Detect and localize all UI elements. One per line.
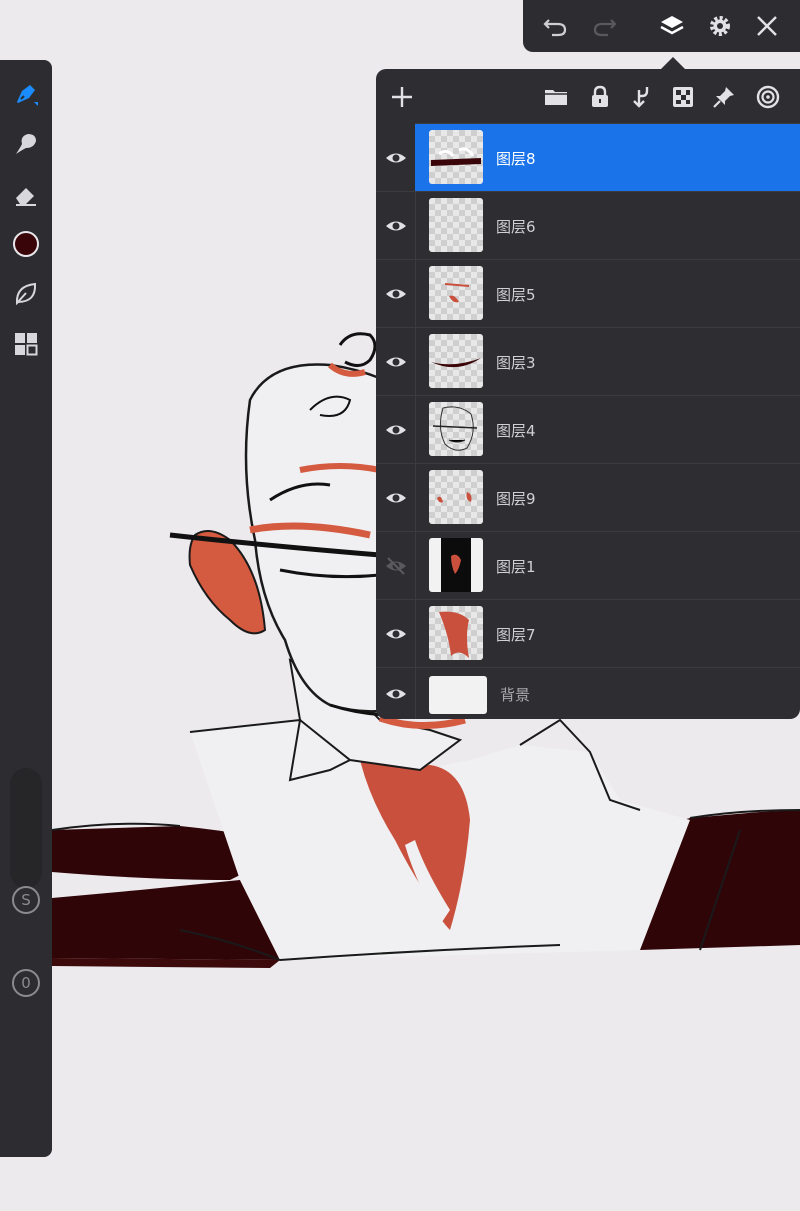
visibility-eye-icon[interactable]	[382, 680, 410, 708]
layer-name: 图层3	[496, 354, 536, 372]
gear-icon[interactable]	[704, 10, 736, 42]
visibility-eye-icon[interactable]	[382, 212, 410, 240]
undo-icon[interactable]	[539, 10, 571, 42]
add-icon[interactable]	[387, 82, 417, 112]
brush-size-label[interactable]: S	[12, 886, 40, 914]
top-toolbar	[523, 0, 800, 52]
brush-icon[interactable]	[10, 78, 42, 110]
lock-icon[interactable]	[585, 82, 615, 112]
brush-size-slider[interactable]	[10, 768, 42, 888]
layer-row-4[interactable]: 图层4	[376, 395, 800, 463]
layer-thumbnail	[429, 334, 483, 388]
leaf-icon[interactable]	[10, 278, 42, 310]
layer-row-background[interactable]: 背景	[376, 667, 800, 719]
layers-icon[interactable]	[656, 10, 688, 42]
eraser-icon[interactable]	[10, 178, 42, 210]
visibility-eye-icon[interactable]	[382, 280, 410, 308]
checker-icon[interactable]	[668, 82, 698, 112]
color-swatch[interactable]	[10, 228, 42, 260]
layer-name: 图层5	[496, 286, 536, 304]
tool-rail: S 0	[0, 60, 52, 1157]
layer-thumbnail	[429, 538, 483, 592]
layer-name: 图层4	[496, 422, 536, 440]
visibility-eye-icon[interactable]	[382, 348, 410, 376]
layer-row-7[interactable]: 图层7	[376, 599, 800, 667]
layer-name: 图层9	[496, 490, 536, 508]
visibility-eye-icon[interactable]	[382, 416, 410, 444]
layer-thumbnail	[429, 470, 483, 524]
visibility-eye-icon[interactable]	[382, 144, 410, 172]
grid-icon[interactable]	[10, 328, 42, 360]
layer-row-3[interactable]: 图层3	[376, 327, 800, 395]
layer-row-8[interactable]: 图层8	[386, 123, 800, 191]
background-color-swatch	[429, 676, 487, 714]
merge-down-icon[interactable]	[627, 82, 657, 112]
layer-name: 背景	[500, 686, 531, 704]
layer-name: 图层8	[496, 150, 536, 168]
visibility-eye-icon[interactable]	[382, 484, 410, 512]
visibility-hidden-icon[interactable]	[382, 552, 410, 580]
visibility-eye-icon[interactable]	[382, 620, 410, 648]
layer-thumbnail	[429, 198, 483, 252]
target-icon[interactable]	[753, 82, 783, 112]
layer-row-9[interactable]: 图层9	[376, 463, 800, 531]
layer-thumbnail	[429, 130, 483, 184]
layer-name: 图层6	[496, 218, 536, 236]
layer-name: 图层1	[496, 558, 536, 576]
folder-icon[interactable]	[541, 82, 571, 112]
layer-thumbnail	[429, 606, 483, 660]
redo-icon[interactable]	[589, 10, 621, 42]
layer-row-1[interactable]: 图层1	[376, 531, 800, 599]
layer-row-5[interactable]: 图层5	[376, 259, 800, 327]
layers-panel: 图层8 图层6 图层5 图层3 图层4 图层9 图层1 图层7 背景	[376, 69, 800, 719]
brush-opacity-label[interactable]: 0	[12, 969, 40, 997]
close-icon[interactable]	[751, 10, 783, 42]
panel-pointer	[661, 57, 685, 69]
layer-thumbnail	[429, 402, 483, 456]
smudge-icon[interactable]	[10, 128, 42, 160]
layer-thumbnail	[429, 266, 483, 320]
pin-icon[interactable]	[709, 82, 739, 112]
layer-name: 图层7	[496, 626, 536, 644]
layer-row-6[interactable]: 图层6	[376, 191, 800, 259]
